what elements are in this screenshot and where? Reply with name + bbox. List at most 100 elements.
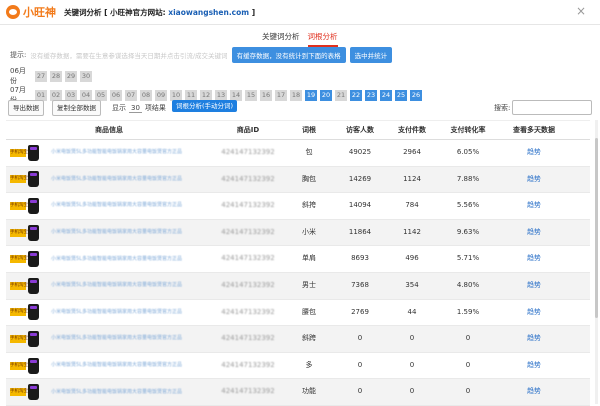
product-title-link[interactable]: 小米电饭煲5L多功能智能电饭锅家用大容量电饭煲官方正品	[51, 229, 191, 236]
trend-link[interactable]: 趋势	[527, 175, 541, 183]
table-row[interactable]: 手机淘宝 小米电饭煲5L多功能智能电饭锅家用大容量电饭煲官方正品 424147132…	[6, 166, 590, 194]
product-title-link[interactable]: 小米电饭煲5L多功能智能电饭锅家用大容量电饭煲官方正品	[51, 309, 191, 316]
page-size-select[interactable]: 30	[129, 104, 142, 113]
tab-keyword-analysis[interactable]: 关键词分析	[262, 31, 300, 47]
table-row[interactable]: 手机淘宝 小米电饭煲5L多功能智能电饭锅家用大容量电饭煲官方正品 424147132…	[6, 193, 590, 220]
product-thumbnail[interactable]	[28, 224, 39, 241]
header-product-id[interactable]: 商品ID	[212, 121, 284, 139]
trend-link[interactable]: 趋势	[527, 387, 541, 395]
day-cell[interactable]: 03	[65, 89, 77, 101]
scrollbar-thumb[interactable]	[595, 138, 598, 318]
day-cell[interactable]: 18	[290, 89, 302, 101]
day-cell[interactable]: 05	[95, 89, 107, 101]
day-cell[interactable]: 14	[230, 89, 242, 101]
day-cell[interactable]: 20	[320, 89, 332, 101]
header-root[interactable]: 词根	[284, 121, 334, 139]
visitors-cell: 8693	[351, 254, 369, 263]
trend-link[interactable]: 趋势	[527, 254, 541, 262]
product-thumbnail[interactable]	[28, 144, 39, 161]
copy-all-button[interactable]: 复制全部数据	[52, 100, 101, 116]
header-payments[interactable]: 支付件数	[386, 121, 438, 139]
day-cell[interactable]: 10	[170, 89, 182, 101]
product-title-link[interactable]: 小米电饭煲5L多功能智能电饭锅家用大容量电饭煲官方正品	[51, 176, 191, 183]
day-cell[interactable]: 29	[65, 70, 77, 82]
tips-bar: 提示: 没有缓存数据，需要在生意参谋选择当天日期并点击引流/成交关键词 有缓存数…	[10, 47, 393, 63]
product-thumbnail[interactable]	[28, 197, 39, 214]
table-row[interactable]: 手机淘宝 小米电饭煲5L多功能智能电饭锅家用大容量电饭煲官方正品 424147132…	[6, 140, 590, 167]
trend-link[interactable]: 趋势	[527, 361, 541, 369]
product-info-cell: 手机淘宝 小米电饭煲5L多功能智能电饭锅家用大容量电饭煲官方正品	[6, 246, 212, 272]
product-title-link[interactable]: 小米电饭煲5L多功能智能电饭锅家用大容量电饭煲官方正品	[51, 389, 191, 396]
header-conversion[interactable]: 支付转化率	[438, 121, 498, 139]
manual-split-button[interactable]: 词根分析(手动分词)	[172, 100, 238, 112]
site-link[interactable]: xiaowangshen.com	[168, 8, 249, 17]
day-cell[interactable]: 11	[185, 89, 197, 101]
header-multi-day[interactable]: 查看多天数据	[498, 121, 570, 139]
day-cell[interactable]: 09	[155, 89, 167, 101]
table-row[interactable]: 手机淘宝 小米电饭煲5L多功能智能电饭锅家用大容量电饭煲官方正品 424147132…	[6, 326, 590, 353]
product-title-link[interactable]: 小米电饭煲5L多功能智能电饭锅家用大容量电饭煲官方正品	[51, 282, 191, 289]
product-id-cell: 424147132392	[221, 201, 275, 210]
product-title-link[interactable]: 小米电饭煲5L多功能智能电饭锅家用大容量电饭煲官方正品	[51, 362, 191, 369]
day-cell[interactable]: 25	[395, 89, 407, 101]
day-cell[interactable]: 13	[215, 89, 227, 101]
trend-link[interactable]: 趋势	[527, 148, 541, 156]
table-row[interactable]: 手机淘宝 小米电饭煲5L多功能智能电饭锅家用大容量电饭煲官方正品 424147132…	[6, 300, 590, 327]
table-row[interactable]: 手机淘宝 小米电饭煲5L多功能智能电饭锅家用大容量电饭煲官方正品 424147132…	[6, 246, 590, 273]
day-cell[interactable]: 16	[260, 89, 272, 101]
conversion-cell: 0	[465, 387, 471, 396]
product-title-link[interactable]: 小米电饭煲5L多功能智能电饭锅家用大容量电饭煲官方正品	[51, 335, 191, 342]
product-title-link[interactable]: 小米电饭煲5L多功能智能电饭锅家用大容量电饭煲官方正品	[51, 149, 191, 156]
day-cell[interactable]: 17	[275, 89, 287, 101]
product-thumbnail[interactable]	[28, 304, 39, 321]
promo-badge: 手机淘宝	[10, 255, 28, 264]
table-row[interactable]: 手机淘宝 小米电饭煲5L多功能智能电饭锅家用大容量电饭煲官方正品 424147132…	[6, 219, 590, 247]
table-controls: 导出数据 复制全部数据 显示 30 项结果 词根分析(手动分词) 搜索:	[8, 100, 592, 116]
table-row[interactable]: 手机淘宝 小米电饭煲5L多功能智能电饭锅家用大容量电饭煲官方正品 424147132…	[6, 272, 590, 300]
trend-link[interactable]: 趋势	[527, 201, 541, 209]
trend-link[interactable]: 趋势	[527, 308, 541, 316]
product-thumbnail[interactable]	[28, 251, 39, 268]
trend-link[interactable]: 趋势	[527, 281, 541, 289]
day-cell[interactable]: 02	[50, 89, 62, 101]
day-cell[interactable]: 06	[110, 89, 122, 101]
day-cell[interactable]: 27	[35, 70, 47, 82]
day-cell[interactable]: 15	[245, 89, 257, 101]
day-cell[interactable]: 01	[35, 89, 47, 101]
day-cell[interactable]: 07	[125, 89, 137, 101]
day-cell[interactable]: 04	[80, 89, 92, 101]
product-thumbnail[interactable]	[28, 384, 39, 401]
product-thumbnail[interactable]	[28, 171, 39, 188]
trend-link[interactable]: 趋势	[527, 228, 541, 236]
header-visitors[interactable]: 访客人数	[334, 121, 386, 139]
search-input[interactable]	[512, 100, 592, 115]
select-and-count-button[interactable]: 选中并统计	[349, 47, 393, 63]
table-row[interactable]: 手机淘宝 小米电饭煲5L多功能智能电饭锅家用大容量电饭煲官方正品 424147132…	[6, 379, 590, 406]
product-thumbnail[interactable]	[28, 277, 39, 294]
day-cell[interactable]: 12	[200, 89, 212, 101]
day-cell[interactable]: 23	[365, 89, 377, 101]
day-cell[interactable]: 24	[380, 89, 392, 101]
export-data-button[interactable]: 导出数据	[8, 100, 44, 116]
trend-link[interactable]: 趋势	[527, 334, 541, 342]
day-cell[interactable]: 26	[410, 89, 422, 101]
search-label: 搜索:	[494, 104, 511, 112]
product-id-cell: 424147132392	[221, 174, 275, 183]
close-icon[interactable]: ×	[576, 4, 586, 18]
tips-label: 提示:	[10, 51, 27, 59]
show-label: 显示	[112, 104, 126, 112]
day-cell[interactable]: 19	[305, 89, 317, 101]
day-cell[interactable]: 28	[50, 70, 62, 82]
day-cell[interactable]: 22	[350, 89, 362, 101]
product-thumbnail[interactable]	[28, 357, 39, 374]
day-cell[interactable]: 21	[335, 89, 347, 101]
table-row[interactable]: 手机淘宝 小米电饭煲5L多功能智能电饭锅家用大容量电饭煲官方正品 424147132…	[6, 353, 590, 380]
product-title-link[interactable]: 小米电饭煲5L多功能智能电饭锅家用大容量电饭煲官方正品	[51, 202, 191, 209]
day-cell[interactable]: 08	[140, 89, 152, 101]
product-title-link[interactable]: 小米电饭煲5L多功能智能电饭锅家用大容量电饭煲官方正品	[51, 256, 191, 263]
cache-not-counted-button[interactable]: 有缓存数据，没有统计到下面的表格	[231, 47, 346, 63]
day-cell[interactable]: 30	[80, 70, 92, 82]
tab-root-analysis[interactable]: 词根分析	[307, 31, 338, 47]
product-thumbnail[interactable]	[28, 330, 39, 347]
header-product-info[interactable]: 商品信息	[6, 121, 212, 139]
